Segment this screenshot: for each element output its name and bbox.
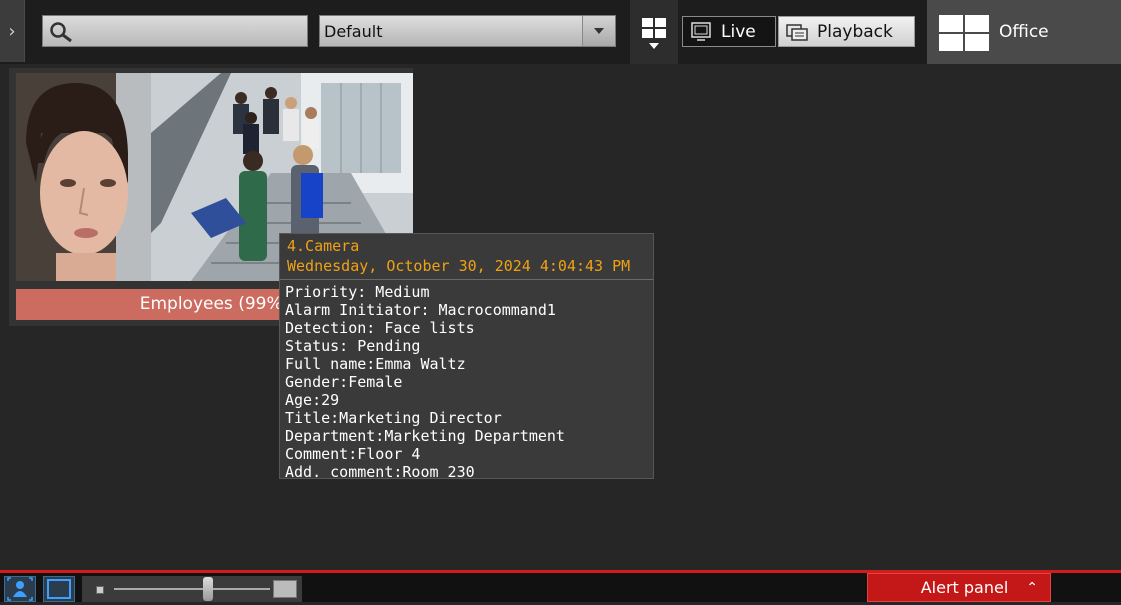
live-mode-button[interactable]: Live	[682, 16, 776, 47]
tooltip-department: Department:Marketing Department	[285, 427, 565, 445]
tooltip-comment: Comment:Floor 4	[285, 445, 421, 463]
layout-select[interactable]: Default	[319, 15, 616, 47]
layout-thumbnail-icon	[939, 15, 989, 51]
frame-icon	[47, 579, 71, 599]
expand-panel-button[interactable]: ›	[0, 0, 25, 62]
slider-track[interactable]	[114, 588, 270, 590]
tooltip-age: Age:29	[285, 391, 340, 409]
alarm-person-icon	[7, 577, 33, 601]
alert-panel-label: Alert panel	[920, 578, 1009, 597]
playback-mode-button[interactable]: Playback	[778, 16, 915, 47]
top-toolbar: › Default Live Playback Office	[0, 0, 1121, 64]
tooltip-header: 4.Camera Wednesday, October 30, 2024 4:0…	[280, 234, 653, 280]
layout-grid-icon	[642, 18, 666, 38]
layout-select-value: Default	[324, 22, 383, 41]
search-icon	[50, 22, 72, 43]
live-monitor-icon	[691, 21, 711, 41]
bottom-bar: Alert panel ⌃	[0, 570, 1121, 602]
playback-label: Playback	[817, 21, 893, 42]
tooltip-full-name: Full name:Emma Waltz	[285, 355, 466, 373]
frame-mode-button[interactable]	[43, 576, 75, 602]
alarm-tooltip: 4.Camera Wednesday, October 30, 2024 4:0…	[279, 233, 654, 481]
dropdown-triangle-icon	[649, 43, 659, 49]
tile-size-slider[interactable]	[82, 576, 302, 602]
large-tile-icon	[273, 580, 297, 598]
alarm-mode-button[interactable]	[4, 576, 36, 602]
tooltip-details: Priority: Medium Alarm Initiator: Macroc…	[285, 283, 565, 481]
layout-tab-label: Office	[999, 22, 1049, 42]
tooltip-datetime: Wednesday, October 30, 2024 4:04:43 PM	[287, 257, 631, 275]
tooltip-detection: Detection: Face lists	[285, 319, 475, 337]
chevron-up-icon: ⌃	[1026, 579, 1038, 596]
small-tile-icon	[96, 586, 104, 594]
search-field[interactable]	[42, 15, 308, 47]
layouts-menu-button[interactable]	[630, 0, 678, 64]
tooltip-status: Status: Pending	[285, 337, 421, 355]
dropdown-arrow-button[interactable]	[582, 16, 615, 46]
slider-thumb[interactable]	[202, 577, 213, 601]
alert-panel-button[interactable]: Alert panel ⌃	[867, 573, 1051, 602]
tooltip-camera-name: 4.Camera	[287, 237, 360, 255]
tooltip-title: Title:Marketing Director	[285, 409, 502, 427]
chevron-right-icon: ›	[8, 20, 16, 42]
detected-face-image	[16, 73, 151, 281]
layout-tab-office[interactable]: Office	[927, 0, 1121, 64]
live-label: Live	[721, 21, 756, 42]
tooltip-priority: Priority: Medium	[285, 283, 430, 301]
chevron-down-icon	[594, 28, 604, 34]
tooltip-gender: Gender:Female	[285, 373, 403, 391]
tooltip-alarm-initiator: Alarm Initiator: Macrocommand1	[285, 301, 556, 319]
playback-archive-icon	[786, 23, 808, 41]
tooltip-add-comment: Add. comment:Room 230	[285, 463, 475, 481]
